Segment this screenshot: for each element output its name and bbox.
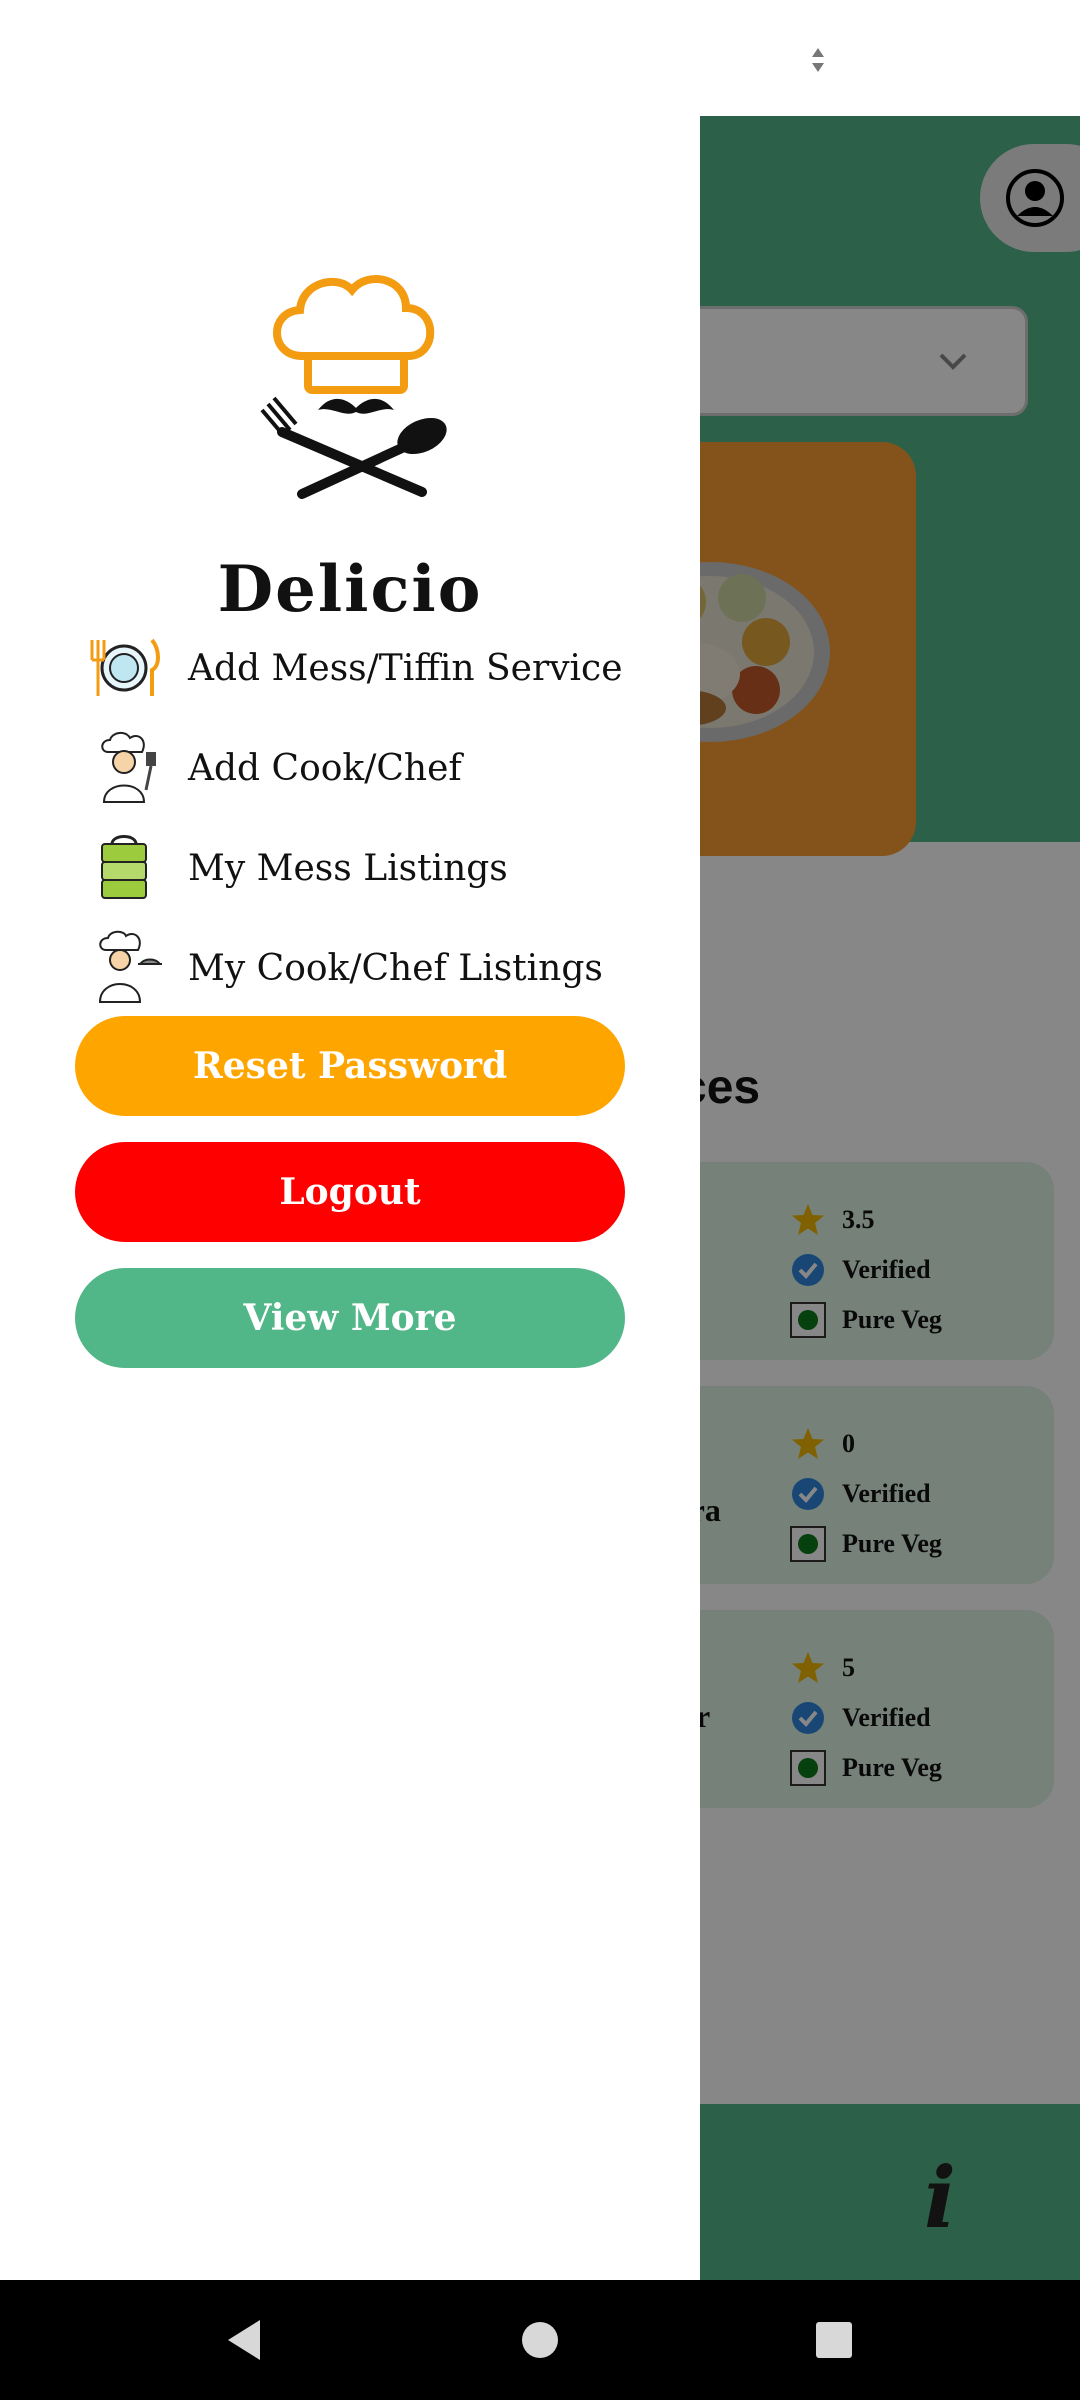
recents-square-icon xyxy=(816,2322,852,2358)
recents-button[interactable] xyxy=(774,2280,894,2400)
menu-item-add-mess[interactable]: Add Mess/Tiffin Service xyxy=(86,628,686,708)
brand-name: Delicio xyxy=(217,552,483,627)
view-more-button[interactable]: View More xyxy=(75,1268,625,1368)
menu-item-my-mess[interactable]: My Mess Listings xyxy=(86,828,686,908)
plate-cutlery-icon xyxy=(90,638,160,696)
menu-item-label: Add Mess/Tiffin Service xyxy=(188,647,623,689)
reset-password-button[interactable]: Reset Password xyxy=(75,1016,625,1116)
system-navigation-bar xyxy=(0,2280,1080,2400)
chef-serving-icon xyxy=(98,930,162,1003)
status-bar xyxy=(0,0,1080,116)
menu-item-label: Add Cook/Chef xyxy=(188,747,462,789)
menu-item-label: My Mess Listings xyxy=(188,847,508,889)
navigation-drawer: Delicio Add Mess/Tiffin Service Add Cook… xyxy=(0,116,700,2280)
back-triangle-icon xyxy=(228,2320,260,2360)
sort-arrows-icon xyxy=(812,48,824,72)
home-button[interactable] xyxy=(480,2280,600,2400)
back-button[interactable] xyxy=(184,2280,304,2400)
menu-item-my-cook[interactable]: My Cook/Chef Listings xyxy=(86,928,686,1008)
delicio-logo-icon xyxy=(260,275,447,499)
logout-button[interactable]: Logout xyxy=(75,1142,625,1242)
menu-item-label: My Cook/Chef Listings xyxy=(188,947,603,989)
menu-item-add-cook[interactable]: Add Cook/Chef xyxy=(86,728,686,808)
tiffin-box-icon xyxy=(101,835,147,899)
home-circle-icon xyxy=(522,2322,558,2358)
chef-icon xyxy=(101,732,156,803)
